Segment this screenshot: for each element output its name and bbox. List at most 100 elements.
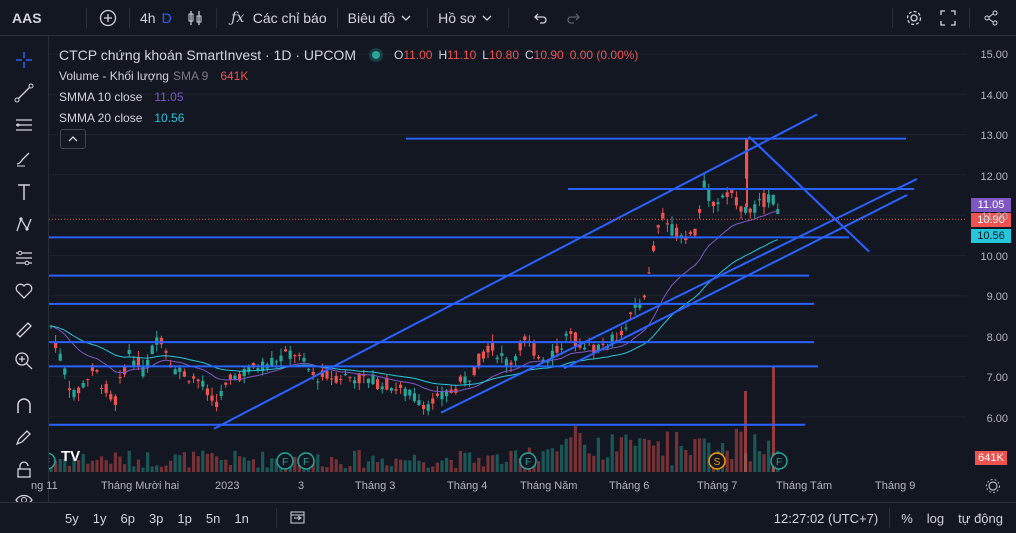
measure-tool[interactable] bbox=[12, 318, 36, 342]
time-scale[interactable]: ng 11 Tháng Mười hai 2023 3 Tháng 3 Tháng 4 Th… bbox=[31, 474, 967, 502]
legend-smma10-row[interactable]: SMMA 10 close 11.05 bbox=[59, 86, 638, 107]
volume-bar bbox=[316, 454, 320, 472]
prediction-icon bbox=[16, 250, 32, 266]
candle-body bbox=[150, 345, 154, 355]
volume-bar bbox=[343, 467, 347, 472]
separator bbox=[427, 7, 429, 28]
volume-bar bbox=[146, 452, 150, 472]
candle-body bbox=[224, 382, 228, 385]
percent-toggle[interactable]: % bbox=[894, 511, 920, 526]
undo-button[interactable] bbox=[523, 0, 557, 35]
stay-drawing-tool[interactable] bbox=[12, 425, 36, 449]
candle-body bbox=[100, 387, 104, 389]
redo-button[interactable] bbox=[557, 0, 591, 35]
change-value: 0.00 (0.00%) bbox=[569, 47, 639, 62]
prediction-tool[interactable] bbox=[12, 246, 36, 270]
chart-pane[interactable]: F F F F F S TV CTCP chứng khoán SmartInvest · … bbox=[49, 36, 967, 474]
crosshair-tool[interactable] bbox=[12, 48, 36, 72]
indicators-button[interactable]: ƒx Các chỉ báo bbox=[221, 0, 333, 35]
volume-bar bbox=[560, 444, 564, 472]
icons-tool[interactable] bbox=[12, 279, 36, 303]
profile-menu-button[interactable]: Hồ sơ bbox=[432, 0, 504, 35]
candle-body bbox=[389, 388, 393, 391]
volume-bar bbox=[178, 455, 182, 472]
collapse-legend-button[interactable] bbox=[60, 129, 86, 149]
magnet-tool[interactable] bbox=[12, 394, 36, 418]
candle-body bbox=[297, 354, 301, 356]
time-tick-label: Tháng Mười hai bbox=[101, 480, 180, 492]
candle-body bbox=[468, 380, 472, 382]
volume-bar bbox=[573, 425, 577, 472]
candle-body bbox=[486, 345, 490, 353]
symbol-search[interactable]: AAS bbox=[0, 0, 82, 35]
volume-bar bbox=[468, 452, 472, 472]
volume-bar bbox=[606, 457, 610, 472]
volume-bar bbox=[514, 450, 518, 472]
auto-toggle[interactable]: tự động bbox=[951, 511, 1010, 526]
scale-settings-button[interactable] bbox=[967, 474, 1016, 502]
interval-button[interactable]: 4h bbox=[134, 0, 162, 35]
candle-body bbox=[601, 343, 605, 345]
volume-bar bbox=[537, 461, 541, 472]
share-button[interactable] bbox=[974, 0, 1008, 35]
clock-timezone[interactable]: 12:27:02 (UTC+7) bbox=[767, 511, 885, 526]
candle-body bbox=[67, 388, 71, 391]
range-button-3p[interactable]: 3p bbox=[142, 511, 170, 526]
volume-bar bbox=[693, 439, 697, 472]
separator bbox=[129, 7, 130, 28]
volume-bar bbox=[509, 450, 513, 472]
range-button-5y[interactable]: 5y bbox=[58, 511, 86, 526]
volume-bar bbox=[385, 465, 389, 472]
candle-body bbox=[716, 202, 720, 205]
candle-body bbox=[136, 357, 140, 366]
volume-bar bbox=[422, 462, 426, 472]
price-scale[interactable]: 11.05 10.90 10.56 641K 15.00 14.00 13.00 12… bbox=[967, 36, 1016, 474]
compare-button[interactable] bbox=[91, 0, 125, 35]
candle-body bbox=[518, 342, 522, 351]
smma20-value: 10.56 bbox=[154, 110, 185, 125]
volume-bar bbox=[366, 461, 370, 472]
candle-body bbox=[228, 374, 232, 380]
range-button-6p[interactable]: 6p bbox=[113, 511, 141, 526]
lock-icon bbox=[17, 461, 31, 478]
time-tick-label: Tháng 6 bbox=[609, 480, 650, 492]
log-toggle[interactable]: log bbox=[920, 511, 951, 526]
candle-body bbox=[325, 370, 329, 379]
candle-body bbox=[417, 400, 421, 406]
goto-date-button[interactable] bbox=[289, 509, 307, 528]
candle-body bbox=[311, 372, 315, 376]
horizontal-lines-tool[interactable] bbox=[12, 114, 36, 138]
volume-bar bbox=[702, 438, 706, 472]
legend-volume-row[interactable]: Volume - Khối lượng SMA 9 641K bbox=[59, 65, 638, 86]
settings-button[interactable] bbox=[897, 0, 931, 35]
range-button-1p[interactable]: 1p bbox=[170, 511, 198, 526]
text-tool[interactable] bbox=[12, 180, 36, 204]
brush-tool[interactable] bbox=[12, 147, 36, 171]
legend-smma20-row[interactable]: SMMA 20 close 10.56 bbox=[59, 107, 638, 128]
range-button-5n[interactable]: 5n bbox=[199, 511, 227, 526]
candle-body bbox=[509, 362, 513, 365]
lock-drawings-tool[interactable] bbox=[12, 458, 36, 482]
zoom-tool[interactable] bbox=[12, 349, 36, 373]
volume-bar bbox=[118, 456, 122, 472]
price-tick-label: 6.00 bbox=[986, 413, 1008, 425]
calendar-goto-icon bbox=[290, 511, 305, 523]
candle-body bbox=[196, 379, 200, 382]
price-tick-label: 14.00 bbox=[980, 90, 1008, 102]
candle-body bbox=[58, 353, 62, 361]
trendline-tool[interactable] bbox=[12, 81, 36, 105]
close-value: 10.90 bbox=[533, 47, 564, 62]
pattern-tool[interactable] bbox=[12, 213, 36, 237]
fullscreen-button[interactable] bbox=[931, 0, 965, 35]
volume-value: 641K bbox=[220, 68, 249, 83]
range-button-1y[interactable]: 1y bbox=[86, 511, 114, 526]
chart-type-button[interactable] bbox=[178, 0, 212, 35]
price-tick-label: 12.00 bbox=[980, 171, 1008, 183]
interval-daily-button[interactable]: D bbox=[162, 0, 178, 35]
range-button-1n[interactable]: 1n bbox=[227, 511, 255, 526]
time-tick-label: Tháng Tám bbox=[776, 480, 833, 492]
volume-bar bbox=[201, 450, 205, 472]
chart-menu-button[interactable]: Biêu đồ bbox=[342, 0, 423, 35]
candle-body bbox=[376, 379, 380, 390]
candle-body bbox=[652, 245, 656, 251]
